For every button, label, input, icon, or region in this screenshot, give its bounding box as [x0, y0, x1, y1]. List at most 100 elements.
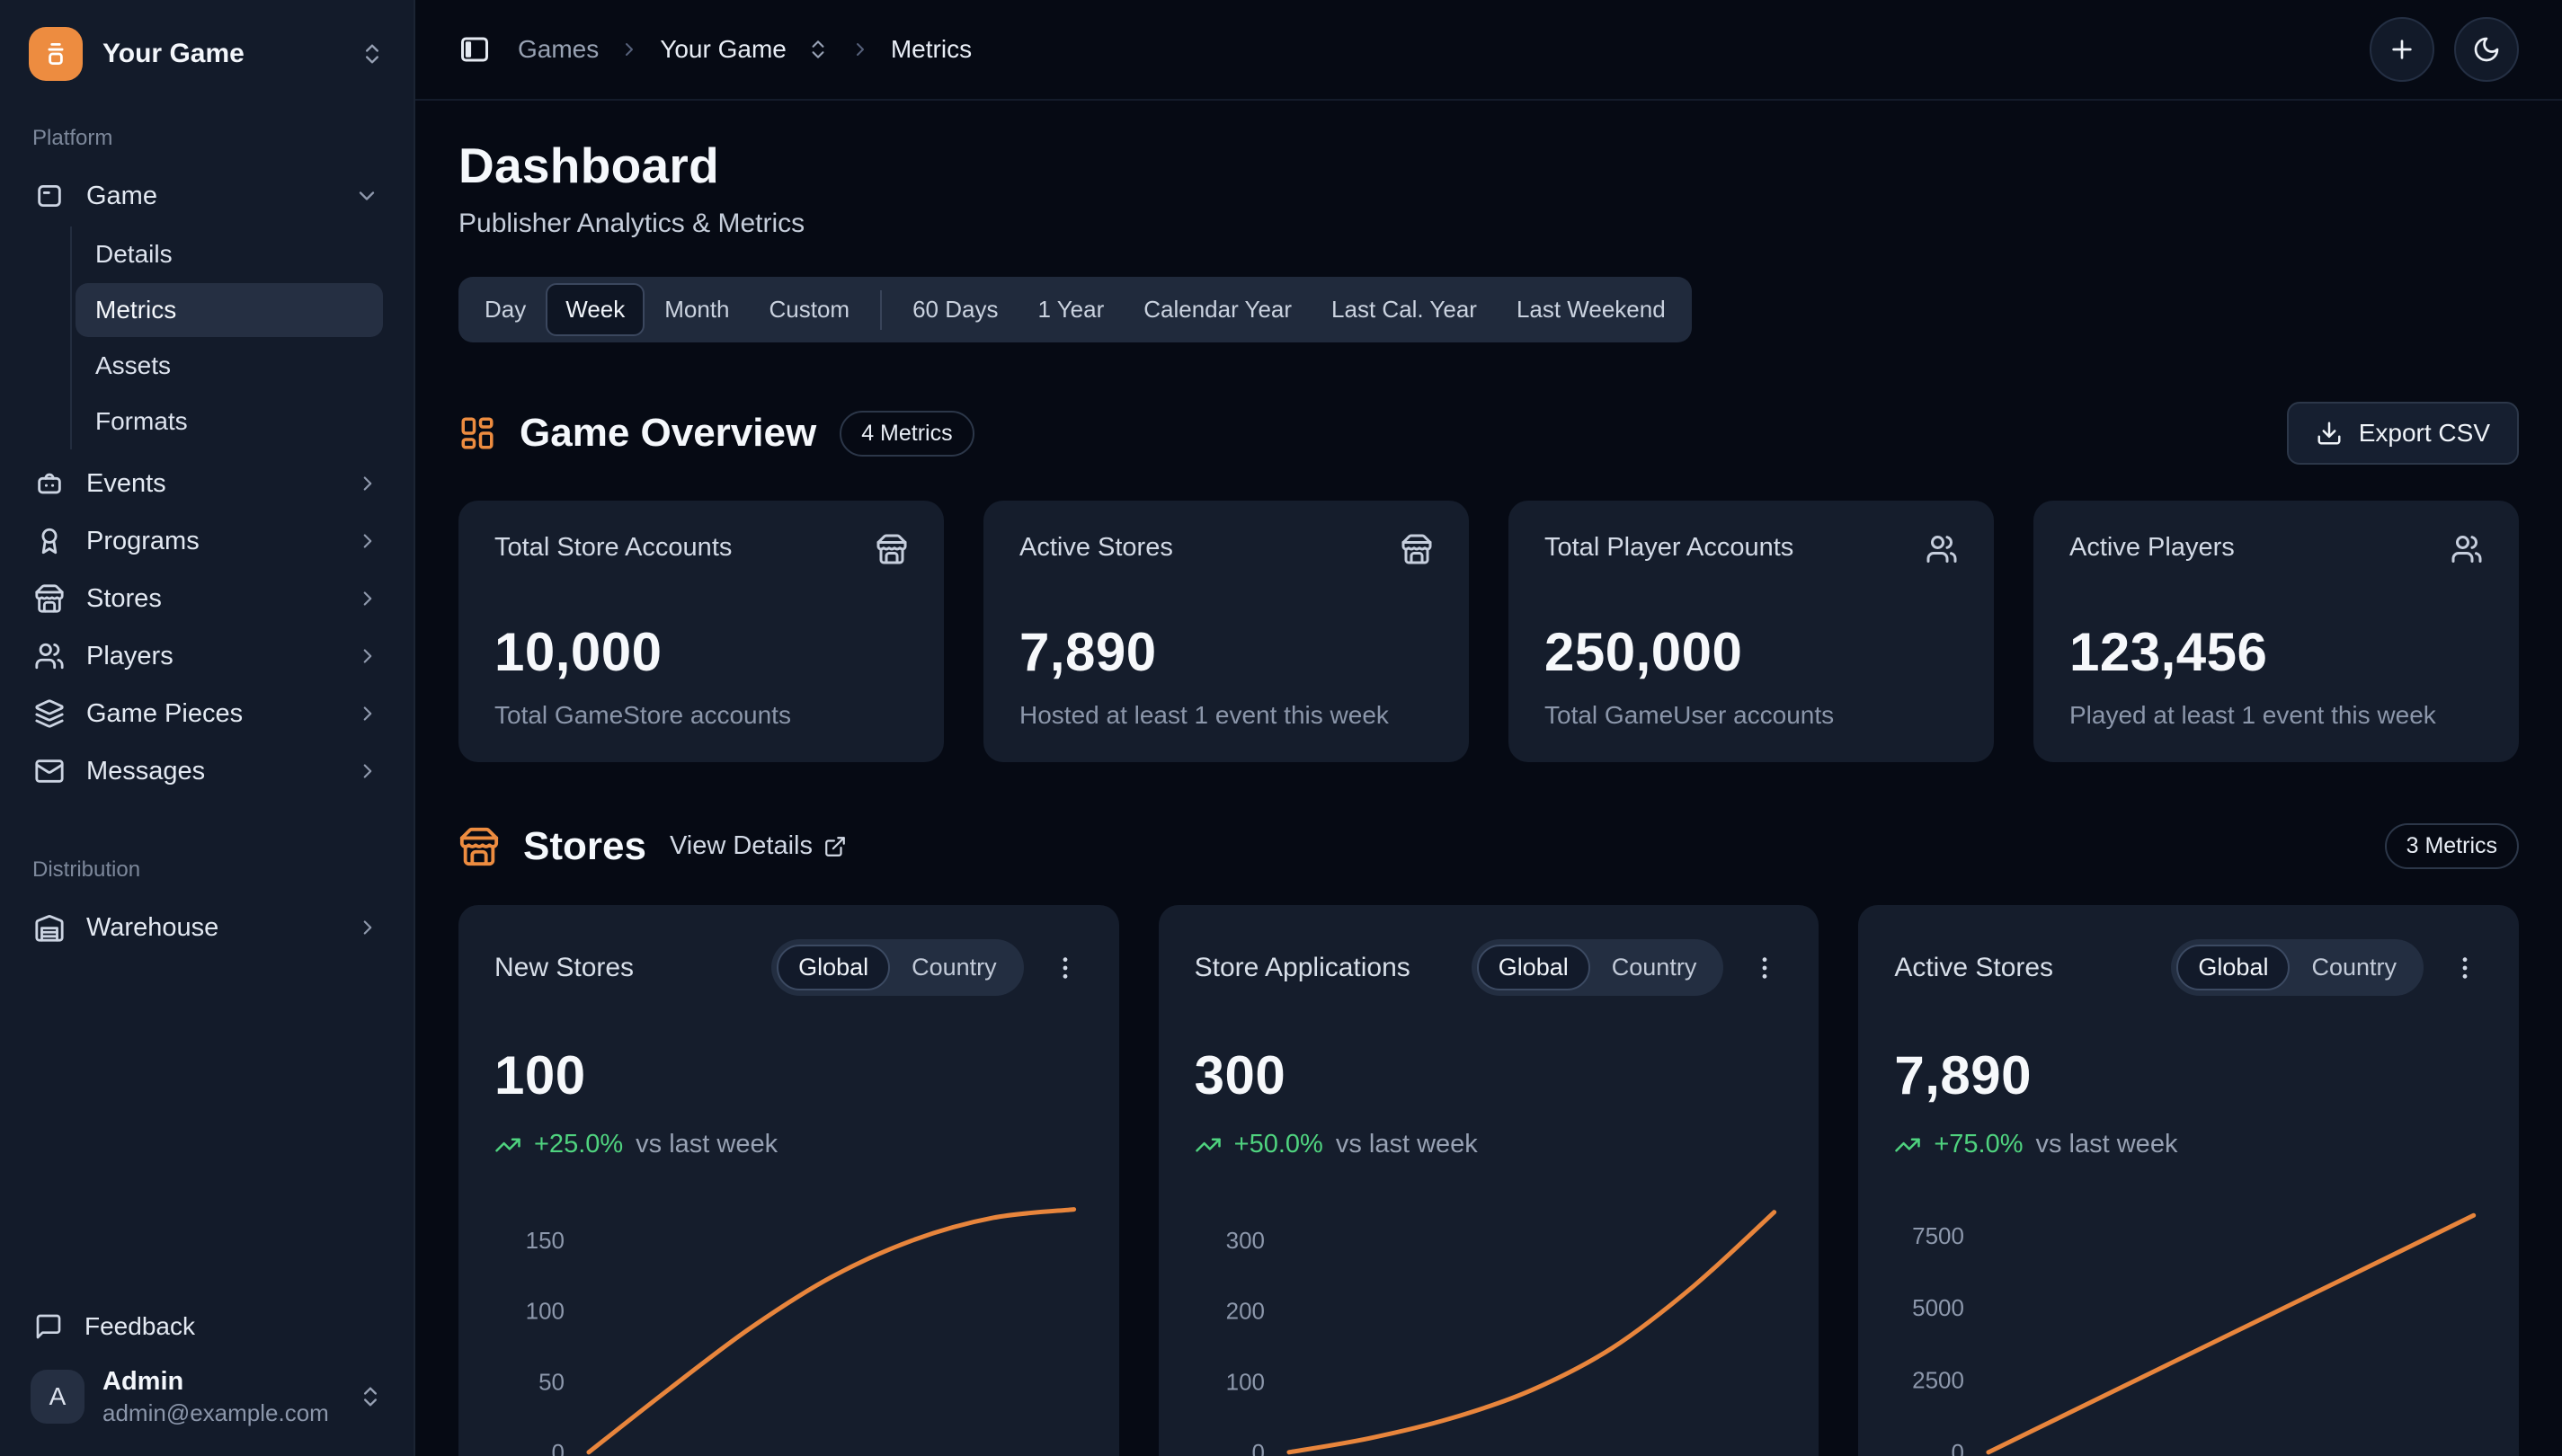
- sidebar-item-messages[interactable]: Messages: [23, 742, 390, 800]
- sidebar-item-formats[interactable]: Formats: [76, 395, 383, 448]
- download-icon: [2316, 420, 2343, 447]
- scope-country-chip[interactable]: Country: [2290, 945, 2418, 990]
- sidebar-item-stores[interactable]: Stores: [23, 570, 390, 627]
- svg-text:0: 0: [1251, 1439, 1264, 1456]
- content: Dashboard Publisher Analytics & Metrics …: [415, 101, 2562, 1456]
- line-chart: 0250050007500Jan 1Jan 2Jan 3Jan 4Jan 5Ja…: [1894, 1185, 2483, 1456]
- export-csv-label: Export CSV: [2359, 419, 2490, 448]
- more-menu-icon[interactable]: [2447, 950, 2483, 986]
- top-bar: Games Your Game Metrics: [415, 0, 2562, 101]
- chart-card-new-stores: New Stores Global Country 100 +25.0% vs …: [458, 905, 1119, 1456]
- delta-value: +25.0%: [534, 1130, 623, 1159]
- breadcrumb-your-game[interactable]: Your Game: [660, 35, 787, 64]
- sidebar-item-label: Game: [86, 182, 157, 211]
- stores-section-header: Stores View Details 3 Metrics: [458, 823, 2519, 869]
- stat-value: 10,000: [494, 621, 908, 683]
- chevron-right-icon: [356, 644, 379, 668]
- trending-up-icon: [1195, 1132, 1222, 1159]
- scope-country-chip[interactable]: Country: [890, 945, 1019, 990]
- sidebar-item-programs[interactable]: Programs: [23, 512, 390, 570]
- chevrons-up-down-icon[interactable]: [360, 41, 385, 67]
- app-title: Your Game: [102, 39, 340, 69]
- game-overview-title: Game Overview: [520, 411, 816, 456]
- feedback-button[interactable]: Feedback: [23, 1299, 390, 1354]
- time-tab-calendar-year[interactable]: Calendar Year: [1124, 283, 1312, 336]
- store-icon: [1401, 533, 1433, 565]
- message-square-icon: [34, 1312, 63, 1341]
- sidebar-item-players[interactable]: Players: [23, 627, 390, 685]
- chart-card-store-applications: Store Applications Global Country 300 +5…: [1159, 905, 1819, 1456]
- chevrons-up-down-icon[interactable]: [806, 38, 830, 61]
- store-icon: [876, 533, 908, 565]
- stores-section-title: Stores: [523, 824, 646, 869]
- user-name: Admin: [102, 1365, 340, 1398]
- svg-text:100: 100: [1225, 1368, 1264, 1395]
- svg-text:7500: 7500: [1913, 1222, 1965, 1249]
- sidebar-item-label: Stores: [86, 584, 162, 614]
- svg-text:5000: 5000: [1913, 1294, 1965, 1321]
- layout-dashboard-icon: [458, 414, 496, 452]
- sidebar-item-assets[interactable]: Assets: [76, 339, 383, 393]
- time-tab-month[interactable]: Month: [645, 283, 749, 336]
- sidebar-item-events[interactable]: Events: [23, 455, 390, 512]
- scope-global-chip[interactable]: Global: [1477, 945, 1590, 990]
- time-tab-week[interactable]: Week: [546, 283, 645, 336]
- time-tab-last-cal-year[interactable]: Last Cal. Year: [1312, 283, 1497, 336]
- sidebar-item-label: Events: [86, 469, 166, 499]
- delta-caption: vs last week: [2036, 1130, 2178, 1159]
- sidebar-section-platform: Platform: [32, 126, 381, 151]
- sidebar-item-details[interactable]: Details: [76, 227, 383, 281]
- sidebar-item-warehouse[interactable]: Warehouse: [23, 899, 390, 956]
- export-csv-button[interactable]: Export CSV: [2287, 402, 2519, 465]
- chart-title: Active Stores: [1894, 953, 2053, 983]
- line-chart-container: 0100200300Jan 1Jan 2Jan 3Jan 4Jan 5Jan 6…: [1195, 1185, 1784, 1456]
- time-tab-custom[interactable]: Custom: [750, 283, 870, 336]
- scope-global-chip[interactable]: Global: [2176, 945, 2290, 990]
- add-button[interactable]: [2370, 17, 2434, 82]
- sidebar-item-game-pieces[interactable]: Game Pieces: [23, 685, 390, 742]
- avatar: A: [31, 1370, 85, 1424]
- sidebar-toggle-icon[interactable]: [458, 33, 491, 66]
- award-icon: [34, 526, 65, 556]
- view-details-label: View Details: [670, 831, 813, 861]
- time-tab-last-weekend[interactable]: Last Weekend: [1497, 283, 1686, 336]
- breadcrumb-games[interactable]: Games: [518, 35, 599, 64]
- view-details-link[interactable]: View Details: [670, 831, 847, 861]
- sidebar-item-label: Game Pieces: [86, 699, 243, 729]
- sidebar-item-label: Messages: [86, 757, 205, 786]
- time-tab-1-year[interactable]: 1 Year: [1018, 283, 1124, 336]
- more-menu-icon[interactable]: [1747, 950, 1783, 986]
- chevrons-up-down-icon[interactable]: [358, 1384, 383, 1409]
- game-overview-header: Game Overview 4 Metrics Export CSV: [458, 402, 2519, 465]
- svg-text:0: 0: [552, 1439, 565, 1456]
- theme-toggle-button[interactable]: [2454, 17, 2519, 82]
- overview-card-grid: Total Store Accounts 10,000 Total GameSt…: [458, 501, 2519, 762]
- chevron-right-icon: [356, 472, 379, 495]
- workspace-switcher[interactable]: Your Game: [23, 22, 390, 86]
- main-area: Games Your Game Metrics Dashboard Publis…: [415, 0, 2562, 1456]
- stat-caption: Total GameUser accounts: [1544, 701, 1958, 730]
- tabs-divider: [880, 290, 882, 330]
- stat-title: Total Store Accounts: [494, 533, 732, 563]
- page-subtitle: Publisher Analytics & Metrics: [458, 209, 2519, 239]
- moon-icon: [2472, 35, 2501, 64]
- more-menu-icon[interactable]: [1047, 950, 1083, 986]
- chevron-right-icon: [618, 39, 640, 60]
- scope-global-chip[interactable]: Global: [777, 945, 890, 990]
- sidebar-item-game[interactable]: Game: [23, 167, 390, 225]
- stat-value: 123,456: [2069, 621, 2483, 683]
- breadcrumb: Games Your Game Metrics: [518, 35, 972, 64]
- sidebar-spacer: [23, 956, 390, 1299]
- chart-value: 300: [1195, 1044, 1784, 1106]
- scope-country-chip[interactable]: Country: [1590, 945, 1719, 990]
- sidebar-item-metrics[interactable]: Metrics: [76, 283, 383, 337]
- scope-toggle: Global Country: [771, 939, 1024, 996]
- chevron-right-icon: [356, 702, 379, 725]
- stat-card-total-store-accounts: Total Store Accounts 10,000 Total GameSt…: [458, 501, 944, 762]
- time-tab-day[interactable]: Day: [465, 283, 546, 336]
- time-tab-60-days[interactable]: 60 Days: [893, 283, 1018, 336]
- chevron-right-icon: [356, 587, 379, 610]
- trending-up-icon: [1894, 1132, 1921, 1159]
- user-menu[interactable]: A Admin admin@example.com: [23, 1354, 390, 1431]
- chart-value: 100: [494, 1044, 1083, 1106]
